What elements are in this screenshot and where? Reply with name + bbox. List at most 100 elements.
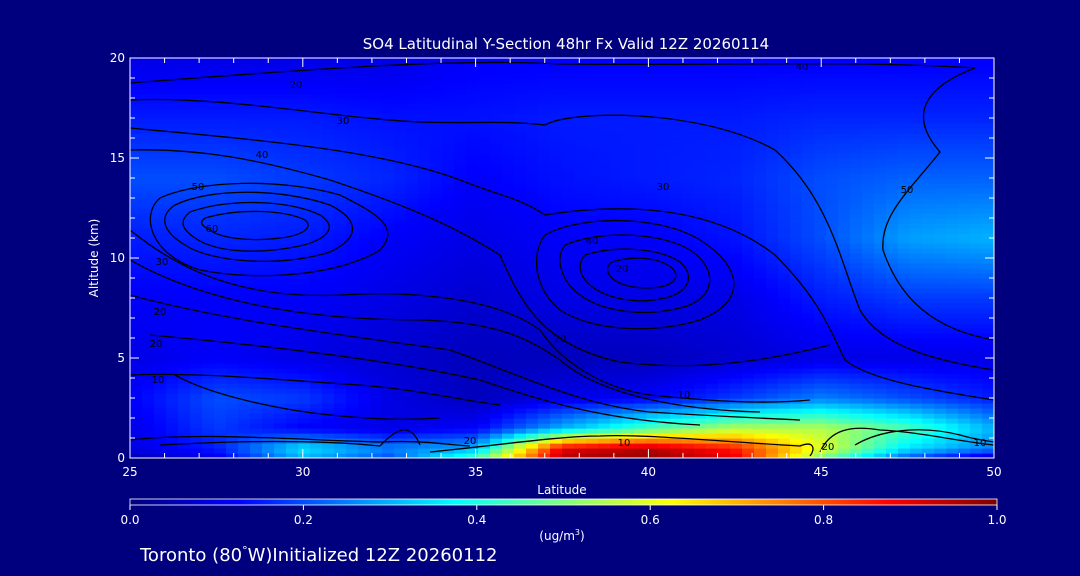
field-cell [202,258,215,264]
field-cell [622,428,635,434]
field-cell [586,413,599,419]
field-cell [898,308,911,314]
field-cell [466,288,479,294]
field-cell [646,153,659,159]
field-cell [670,168,683,174]
field-cell [142,278,155,284]
field-cell [514,308,527,314]
field-cell [862,203,875,209]
field-cell [862,168,875,174]
field-cell [538,393,551,399]
field-cell [442,193,455,199]
field-cell [214,418,227,424]
field-cell [538,418,551,424]
field-cell [202,248,215,254]
field-cell [550,288,563,294]
field-cell [130,278,143,284]
field-cell [562,123,575,129]
field-cell [970,173,983,179]
field-cell [970,148,983,154]
field-cell [514,423,527,429]
field-cell [718,418,731,424]
field-cell [406,443,419,449]
field-cell [478,208,491,214]
field-cell [598,118,611,124]
field-cell [154,153,167,159]
field-cell [298,288,311,294]
field-cell [514,238,527,244]
field-cell [202,448,215,454]
field-cell [730,423,743,429]
field-cell [694,188,707,194]
field-cell [562,448,575,454]
field-cell [874,383,887,389]
field-cell [922,263,935,269]
field-cell [862,243,875,249]
field-cell [946,128,959,134]
field-cell [958,348,971,354]
field-cell [826,408,839,414]
field-cell [970,118,983,124]
field-cell [190,348,203,354]
field-cell [862,228,875,234]
field-cell [226,323,239,329]
field-cell [922,288,935,294]
field-cell [358,273,371,279]
field-cell [778,223,791,229]
field-cell [394,173,407,179]
field-cell [334,173,347,179]
field-cell [346,348,359,354]
field-cell [214,358,227,364]
field-cell [418,328,431,334]
field-cell [622,288,635,294]
field-cell [670,158,683,164]
field-cell [730,148,743,154]
field-cell [910,208,923,214]
field-cell [550,158,563,164]
field-cell [898,203,911,209]
field-cell [742,383,755,389]
field-cell [826,293,839,299]
field-cell [862,143,875,149]
field-cell [262,333,275,339]
field-cell [370,258,383,264]
field-cell [838,423,851,429]
field-cell [262,293,275,299]
field-cell [562,348,575,354]
field-cell [298,373,311,379]
field-cell [922,443,935,449]
field-cell [394,218,407,224]
field-cell [730,123,743,129]
field-cell [742,363,755,369]
field-cell [730,248,743,254]
field-cell [142,403,155,409]
field-cell [442,213,455,219]
field-cell [442,123,455,129]
field-cell [538,368,551,374]
field-cell [790,253,803,259]
field-cell [646,148,659,154]
field-cell [670,313,683,319]
field-cell [610,138,623,144]
field-cell [526,283,539,289]
field-cell [166,413,179,419]
field-cell [790,373,803,379]
field-cell [694,428,707,434]
field-cell [502,253,515,259]
field-cell [502,323,515,329]
field-cell [490,418,503,424]
field-cell [250,368,263,374]
field-cell [838,373,851,379]
field-cell [574,193,587,199]
field-cell [910,313,923,319]
field-cell [634,148,647,154]
field-cell [730,418,743,424]
field-cell [526,198,539,204]
field-cell [658,443,671,449]
field-cell [550,198,563,204]
field-cell [166,393,179,399]
field-cell [214,348,227,354]
field-cell [478,178,491,184]
field-cell [958,143,971,149]
field-cell [526,178,539,184]
